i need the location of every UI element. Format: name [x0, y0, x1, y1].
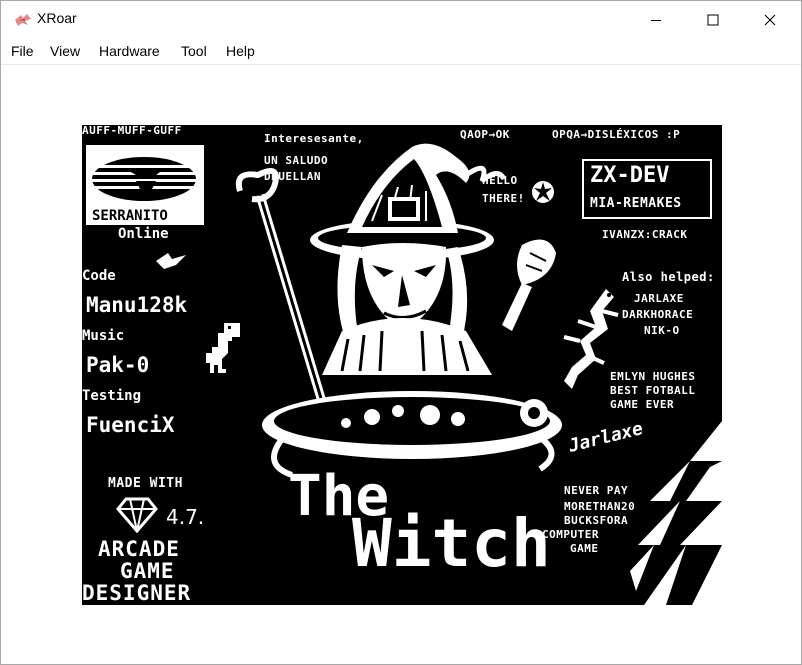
emlyn-line-3: GAME EVER — [610, 398, 675, 411]
minimize-button[interactable] — [633, 1, 679, 39]
agd-line-3: DESIGNER — [82, 581, 192, 605]
helper-2: DARKHORACE — [622, 308, 694, 321]
close-button[interactable] — [747, 1, 793, 39]
title-bar[interactable]: XRoar — [1, 1, 801, 39]
made-with-label: MADE WITH — [108, 476, 183, 491]
maximize-button[interactable] — [690, 1, 736, 39]
text-auff: AUFF-MUFF-GUFF — [82, 125, 182, 137]
ivanzx-label: IVANZX:CRACK — [602, 228, 688, 241]
code-label: Code — [82, 268, 116, 284]
title-witch: Witch — [352, 505, 551, 582]
music-name: Pak-0 — [86, 353, 150, 377]
testing-name: FuenciX — [86, 413, 175, 437]
agd-line-1: ARCADE — [98, 537, 180, 561]
diamond-icon — [116, 497, 158, 533]
emlyn-line-1: EMLYN HUGHES — [610, 370, 696, 383]
agd-version: 4.7. — [166, 505, 205, 529]
close-icon — [764, 14, 776, 26]
xroar-app-icon — [15, 14, 31, 26]
window-title: XRoar — [37, 10, 77, 26]
menu-tool[interactable]: Tool — [181, 43, 207, 59]
code-name: Manu128k — [86, 293, 188, 317]
never-line-5: GAME — [570, 542, 599, 555]
helper-1: JARLAXE — [634, 292, 684, 305]
bird-icon — [156, 253, 186, 269]
menu-hardware[interactable]: Hardware — [99, 43, 160, 59]
menu-bar: File View Hardware Tool Help — [1, 39, 801, 65]
never-line-1: NEVER PAY — [564, 484, 629, 497]
logo-name: SERRANITO — [92, 208, 168, 224]
never-line-2: MORETHAN20 — [564, 500, 636, 513]
witch-illustration — [235, 143, 562, 478]
maximize-icon — [707, 14, 719, 26]
agd-line-2: GAME — [120, 559, 175, 583]
triangle-pattern — [630, 421, 722, 605]
testing-label: Testing — [82, 388, 142, 404]
music-label: Music — [82, 328, 125, 344]
menu-help[interactable]: Help — [226, 43, 255, 59]
also-helped-label: Also helped: — [622, 270, 715, 284]
menu-file[interactable]: File — [11, 43, 34, 59]
emulator-display[interactable]: AUFF-MUFF-GUFF SERRANITO Online Interese… — [82, 125, 722, 605]
emlyn-line-2: BEST FOTBALL — [610, 384, 696, 397]
minimize-icon — [651, 20, 661, 21]
menu-view[interactable]: View — [50, 43, 80, 59]
logo-sub: Online — [118, 226, 169, 242]
xroar-window: XRoar File View Hardware Tool Help AUFF-… — [0, 0, 802, 665]
mia-remakes-label: MIA-REMAKES — [590, 196, 682, 211]
helper-3: NIK-O — [644, 324, 680, 337]
never-line-3: BUCKSFORA — [564, 514, 629, 527]
